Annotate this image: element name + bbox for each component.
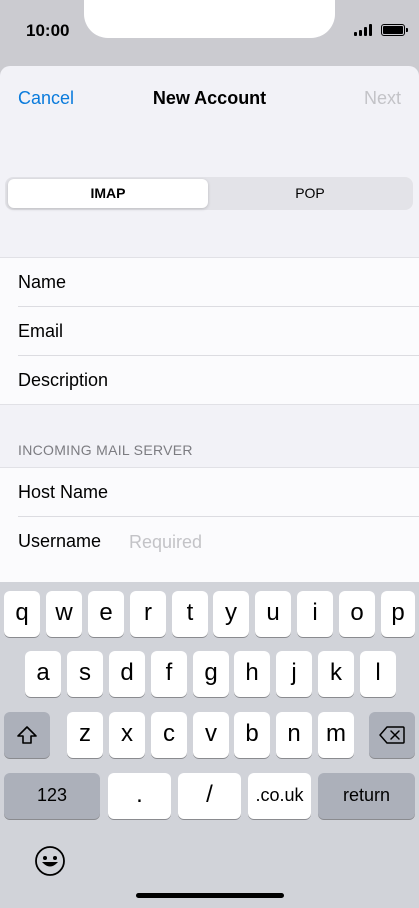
account-type-segmented-control: IMAP POP — [5, 177, 413, 210]
home-indicator[interactable] — [136, 893, 284, 898]
key-z[interactable]: z — [67, 712, 103, 758]
key-s[interactable]: s — [67, 651, 103, 697]
key-r[interactable]: r — [130, 591, 166, 637]
key-l[interactable]: l — [360, 651, 396, 697]
numbers-key[interactable]: 123 — [4, 773, 100, 819]
display-notch — [84, 0, 335, 38]
key-m[interactable]: m — [318, 712, 354, 758]
username-label: Username — [18, 531, 102, 551]
incoming-server-group: Host Name Username Required — [0, 467, 419, 586]
description-field[interactable]: Description — [0, 356, 419, 405]
description-label: Description — [18, 370, 109, 390]
navigation-bar: Cancel New Account Next — [0, 66, 419, 132]
delete-icon — [379, 726, 405, 744]
key-g[interactable]: g — [193, 651, 229, 697]
host-name-label: Host Name — [18, 482, 109, 502]
key-v[interactable]: v — [193, 712, 229, 758]
page-title: New Account — [152, 88, 267, 108]
key-k[interactable]: k — [318, 651, 354, 697]
segment-pop[interactable]: POP — [210, 179, 410, 208]
key-n[interactable]: n — [276, 712, 312, 758]
username-field[interactable]: Username Required — [0, 517, 419, 566]
next-button[interactable]: Next — [364, 88, 401, 109]
slash-key[interactable]: / — [178, 773, 241, 819]
key-u[interactable]: u — [255, 591, 291, 637]
dot-key[interactable]: . — [108, 773, 171, 819]
shift-key[interactable] — [4, 712, 50, 758]
cellular-signal-icon — [354, 24, 374, 36]
return-key[interactable]: return — [318, 773, 415, 819]
key-i[interactable]: i — [297, 591, 333, 637]
domain-key[interactable]: .co.uk — [248, 773, 311, 819]
key-y[interactable]: y — [213, 591, 249, 637]
key-b[interactable]: b — [234, 712, 270, 758]
key-o[interactable]: o — [339, 591, 375, 637]
new-account-sheet: Cancel New Account Next IMAP POP Name Em… — [0, 66, 419, 586]
email-field[interactable]: Email — [0, 307, 419, 356]
status-time: 10:00 — [26, 21, 70, 40]
key-q[interactable]: q — [4, 591, 40, 637]
emoji-icon[interactable] — [33, 844, 67, 878]
key-c[interactable]: c — [151, 712, 187, 758]
key-x[interactable]: x — [109, 712, 145, 758]
keyboard: q w e r t y u i o p a s d f g h j k l z … — [0, 582, 419, 908]
key-h[interactable]: h — [234, 651, 270, 697]
delete-key[interactable] — [369, 712, 415, 758]
shift-icon — [17, 726, 37, 744]
key-a[interactable]: a — [25, 651, 61, 697]
key-t[interactable]: t — [172, 591, 208, 637]
battery-icon — [381, 24, 408, 36]
key-w[interactable]: w — [46, 591, 82, 637]
email-label: Email — [18, 321, 64, 341]
key-f[interactable]: f — [151, 651, 187, 697]
name-label: Name — [18, 272, 67, 292]
key-j[interactable]: j — [276, 651, 312, 697]
host-name-field[interactable]: Host Name — [0, 468, 419, 517]
key-d[interactable]: d — [109, 651, 145, 697]
key-p[interactable]: p — [381, 591, 415, 637]
key-e[interactable]: e — [88, 591, 124, 637]
status-bar: 10:00 — [0, 0, 419, 66]
incoming-mail-server-header: INCOMING MAIL SERVER — [18, 442, 193, 458]
username-placeholder: Required — [129, 532, 203, 552]
account-info-group: Name Email Description — [0, 257, 419, 405]
name-field[interactable]: Name — [0, 258, 419, 307]
segment-imap[interactable]: IMAP — [8, 179, 208, 208]
